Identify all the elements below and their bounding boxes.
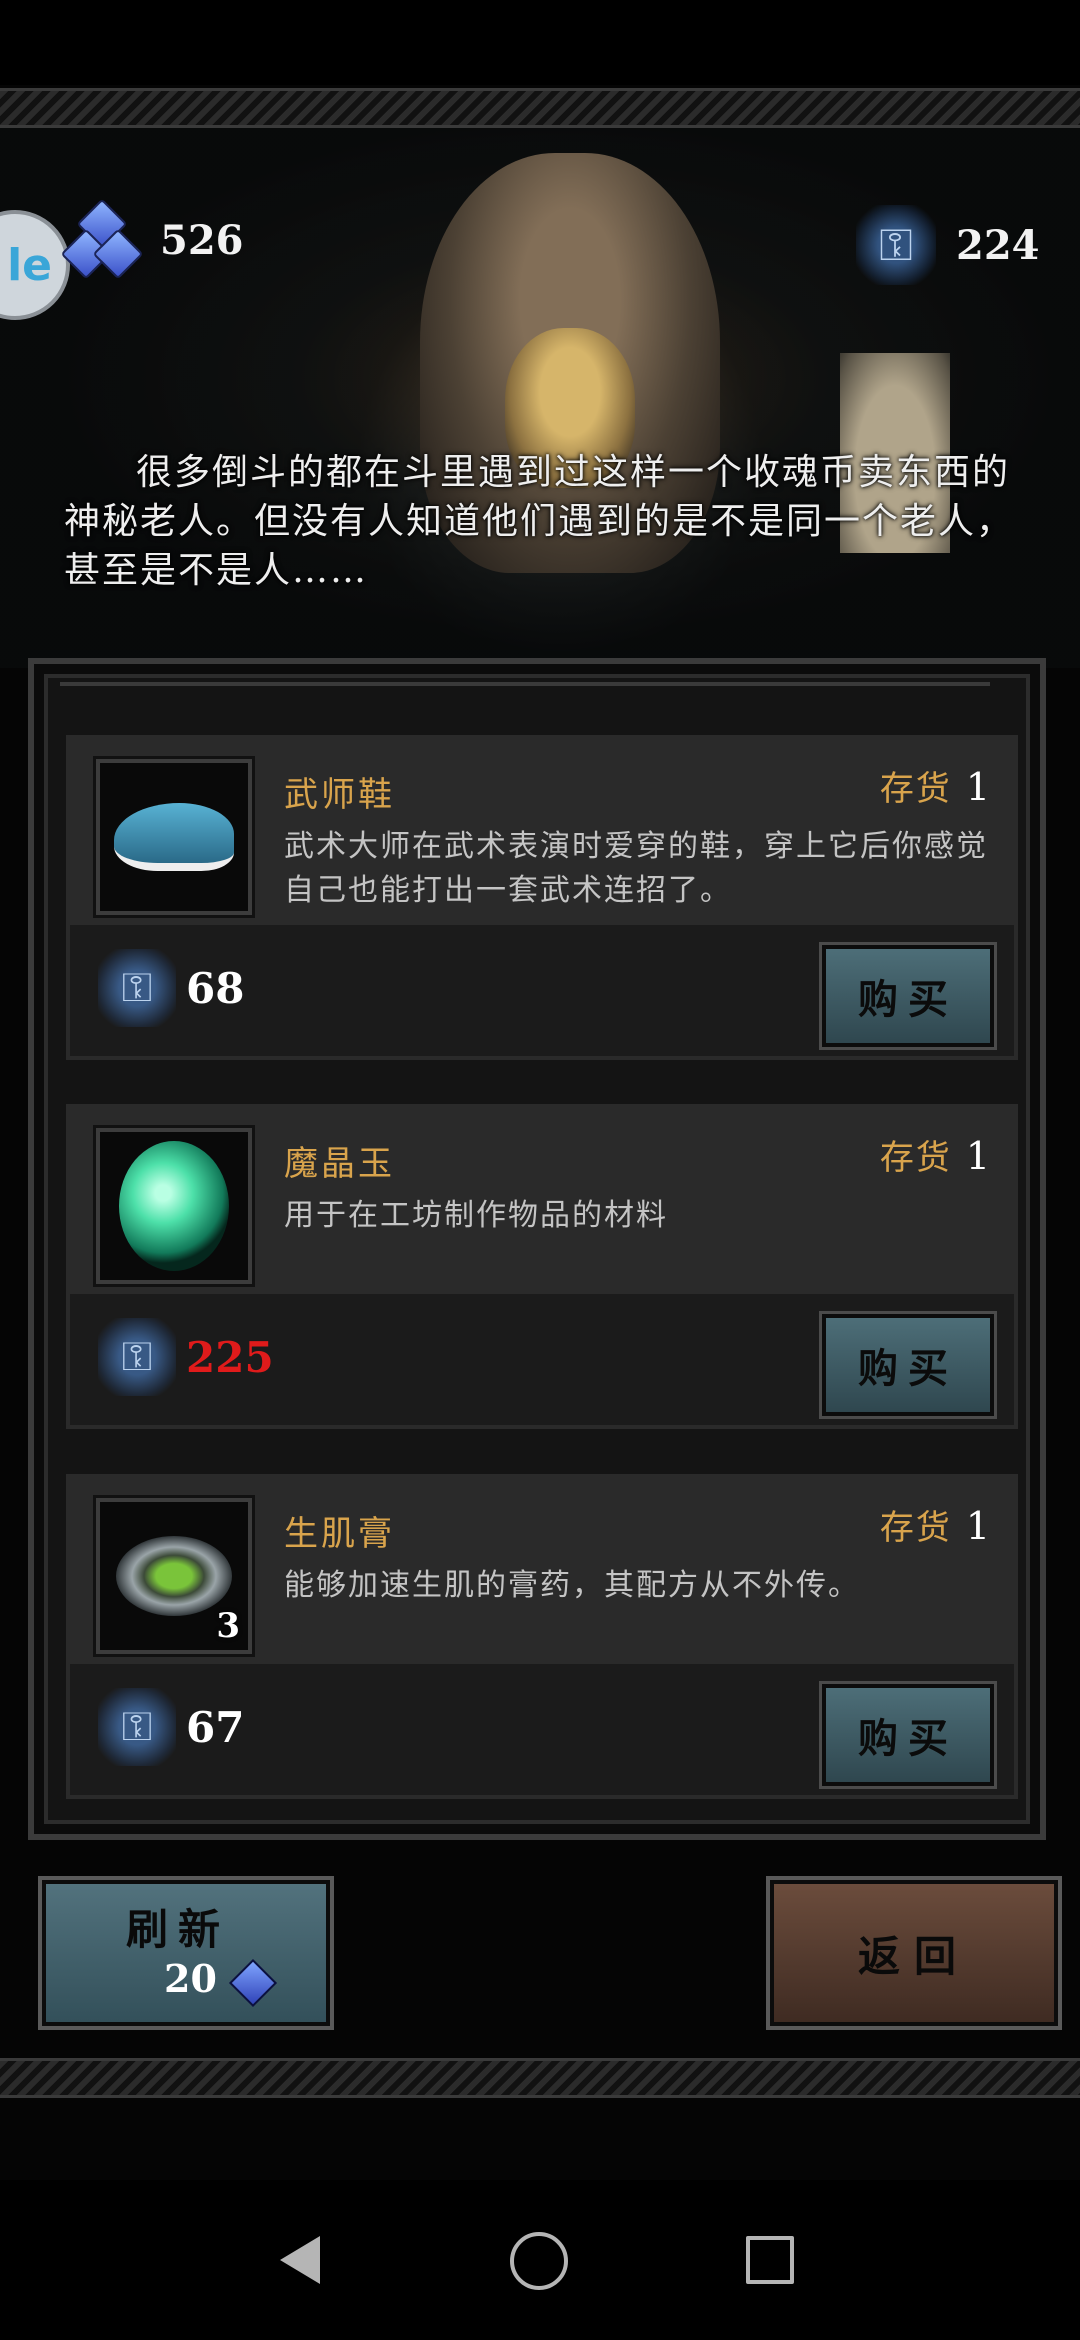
item-name: 魔晶玉: [284, 1144, 395, 1184]
buy-button[interactable]: 购买: [822, 1684, 994, 1786]
soul-coin-counter: ⚿ 224: [856, 205, 1040, 285]
shoe-icon: [114, 803, 234, 871]
status-bar-area: [0, 0, 1080, 85]
system-nav-bar: [0, 2180, 1080, 2340]
bottom-frieze: [0, 2058, 1080, 2098]
nav-recents-icon[interactable]: [746, 2236, 794, 2284]
item-name: 武师鞋: [284, 775, 395, 815]
soul-coin-icon: ⚿: [98, 949, 176, 1027]
item-stock: 存货 1: [880, 761, 992, 810]
price-value: 225: [186, 1332, 274, 1382]
item-price: ⚿ 68: [98, 949, 244, 1027]
refresh-button[interactable]: 刷新 20: [42, 1880, 330, 2026]
item-thumbnail[interactable]: [96, 759, 252, 915]
refresh-label: 刷新: [126, 1905, 231, 1954]
stock-label: 存货: [879, 1138, 952, 1178]
price-value: 67: [186, 1702, 245, 1752]
refresh-cost: 20: [164, 1956, 217, 2001]
nav-back-icon[interactable]: [280, 2236, 320, 2284]
item-description: 能够加速生肌的膏药，其配方从不外传。: [284, 1568, 860, 1603]
gem-count: 526: [160, 216, 244, 264]
soul-coin-icon: ⚿: [98, 1318, 176, 1396]
salve-jar-icon: [116, 1536, 232, 1616]
item-quantity-badge: 3: [216, 1606, 240, 1646]
item-thumbnail[interactable]: 3: [96, 1498, 252, 1654]
gem-icon: [228, 1958, 278, 2008]
stock-quantity: 1: [965, 765, 992, 809]
item-price: ⚿ 67: [98, 1688, 244, 1766]
soul-coin-count: 224: [956, 221, 1040, 269]
soul-coin-icon: ⚿: [856, 205, 936, 285]
buy-button[interactable]: 购买: [822, 945, 994, 1047]
stock-label: 存货: [879, 769, 952, 809]
soul-coin-icon: ⚿: [98, 1688, 176, 1766]
stock-quantity: 1: [965, 1134, 992, 1178]
merchant-intro-text: 很多倒斗的都在斗里遇到过这样一个收魂币卖东西的神秘老人。但没有人知道他们遇到的是…: [64, 452, 1015, 591]
side-tab-label: le: [7, 239, 52, 291]
item-name: 生肌膏: [284, 1514, 395, 1554]
stock-quantity: 1: [965, 1504, 992, 1548]
shop-item-card: 武师鞋 存货 1 武术大师在武术表演时爱穿的鞋，穿上它后你感觉自己也能打出一套武…: [66, 735, 1018, 1060]
item-stock: 存货 1: [880, 1130, 992, 1179]
panel-top-divider: [60, 682, 990, 686]
item-description: 用于在工坊制作物品的材料: [284, 1198, 668, 1233]
top-frieze: [0, 88, 1080, 128]
jade-orb-icon: [119, 1141, 229, 1271]
nav-home-icon[interactable]: [510, 2232, 568, 2290]
gem-icon: [60, 198, 144, 280]
shop-item-card: 3 生肌膏 存货 1 能够加速生肌的膏药，其配方从不外传。 ⚿ 67 购买: [66, 1474, 1018, 1799]
buy-button[interactable]: 购买: [822, 1314, 994, 1416]
shop-item-card: 魔晶玉 存货 1 用于在工坊制作物品的材料 ⚿ 225 购买: [66, 1104, 1018, 1429]
item-description: 武术大师在武术表演时爱穿的鞋，穿上它后你感觉自己也能打出一套武术连招了。: [284, 829, 988, 908]
price-value: 68: [186, 963, 245, 1013]
stock-label: 存货: [879, 1508, 952, 1548]
item-stock: 存货 1: [880, 1500, 992, 1549]
item-price: ⚿ 225: [98, 1318, 274, 1396]
gem-counter: 526: [60, 198, 244, 280]
back-button[interactable]: 返回: [770, 1880, 1058, 2026]
item-thumbnail[interactable]: [96, 1128, 252, 1284]
